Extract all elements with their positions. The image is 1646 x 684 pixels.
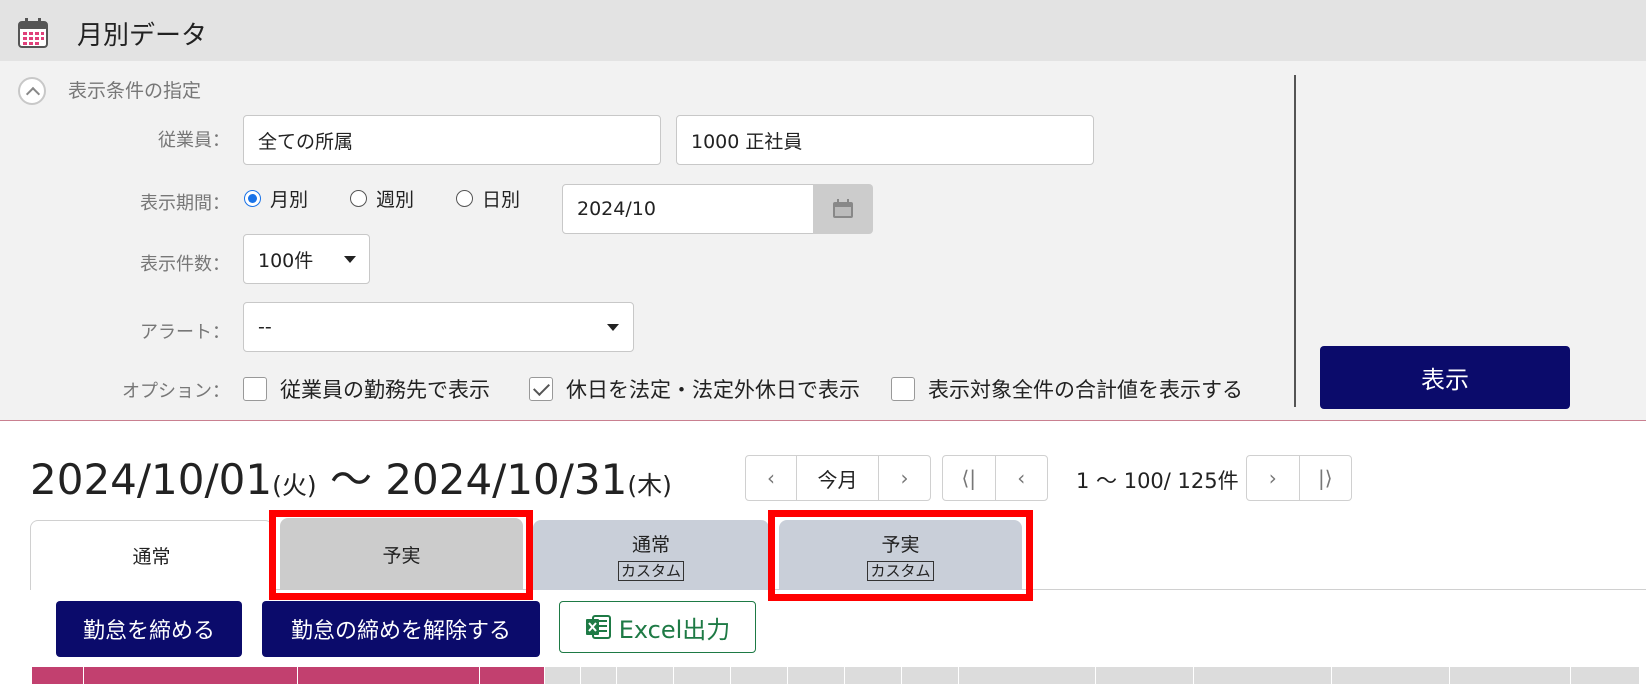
alert-label: アラート： <box>140 322 230 343</box>
next-month-chevron-right-icon[interactable]: › <box>879 456 930 500</box>
option-holiday-checkbox[interactable]: 休日を法定・法定外休日で表示 <box>529 374 860 404</box>
period-radio-monthly[interactable]: 月別 <box>244 185 308 212</box>
highlight-box <box>269 510 533 600</box>
checkbox-unchecked-icon <box>891 377 915 401</box>
period-radio-weekly[interactable]: 週別 <box>350 185 414 212</box>
option-total-checkbox[interactable]: 表示対象全件の合計値を表示する <box>891 374 1243 404</box>
radio-unchecked-icon <box>350 190 367 207</box>
excel-icon <box>585 615 611 639</box>
dropdown-caret-icon <box>344 256 356 263</box>
page-nav-forward: › |⟩ <box>1246 455 1352 501</box>
alert-select[interactable]: -- <box>243 302 634 352</box>
tab-normal[interactable]: 通常 <box>30 520 273 590</box>
pager-count-text: 1 ～ 100/ 125件 <box>1076 469 1239 493</box>
unclose-attendance-button[interactable]: 勤怠の締めを解除する <box>262 601 540 657</box>
page-nav-back: ⟨| ‹ <box>942 455 1048 501</box>
table-header-strip <box>32 667 1646 684</box>
radio-checked-icon <box>244 190 261 207</box>
calendar-icon <box>833 199 853 218</box>
employee-type-field[interactable]: 1000 正社員 <box>676 115 1094 165</box>
dropdown-caret-icon <box>607 324 619 331</box>
prev-month-chevron-left-icon[interactable]: ‹ <box>746 456 797 500</box>
count-label: 表示件数： <box>140 254 230 275</box>
custom-badge: カスタム <box>617 560 684 581</box>
show-button[interactable]: 表示 <box>1320 346 1570 409</box>
employee-label: 従業員： <box>158 130 230 151</box>
checkbox-unchecked-icon <box>243 377 267 401</box>
filter-section-label: 表示条件の指定 <box>68 80 202 102</box>
first-page-icon[interactable]: ⟨| <box>943 456 996 500</box>
highlight-box <box>768 510 1033 601</box>
collapse-chevron-up-icon[interactable] <box>18 77 46 105</box>
period-label: 表示期間： <box>140 193 230 214</box>
prev-page-chevron-left-icon[interactable]: ‹ <box>996 456 1048 500</box>
last-page-icon[interactable]: |⟩ <box>1300 456 1352 500</box>
excel-export-button[interactable]: Excel出力 <box>559 601 756 653</box>
calendar-icon <box>18 18 48 48</box>
checkbox-checked-icon <box>529 377 553 401</box>
page-title: 月別データ <box>77 21 208 51</box>
period-month-input[interactable]: 2024/10 <box>562 184 814 234</box>
option-workplace-checkbox[interactable]: 従業員の勤務先で表示 <box>243 374 490 404</box>
tab-normal-custom[interactable]: 通常 カスタム <box>533 520 769 590</box>
radio-unchecked-icon <box>456 190 473 207</box>
options-label: オプション： <box>122 381 230 402</box>
month-nav: ‹ 今月 › <box>745 455 931 501</box>
department-field[interactable]: 全ての所属 <box>243 115 661 165</box>
next-page-chevron-right-icon[interactable]: › <box>1247 456 1300 500</box>
this-month-button[interactable]: 今月 <box>797 456 879 500</box>
period-radio-daily[interactable]: 日別 <box>456 185 520 212</box>
date-range-heading: 2024/10/01(火) ～ 2024/10/31(木) <box>30 455 672 504</box>
count-select[interactable]: 100件 <box>243 234 370 284</box>
title-bar: 月別データ <box>0 0 1646 61</box>
close-attendance-button[interactable]: 勤怠を締める <box>56 601 242 657</box>
filter-divider <box>1294 75 1296 407</box>
date-picker-button[interactable] <box>813 184 873 234</box>
